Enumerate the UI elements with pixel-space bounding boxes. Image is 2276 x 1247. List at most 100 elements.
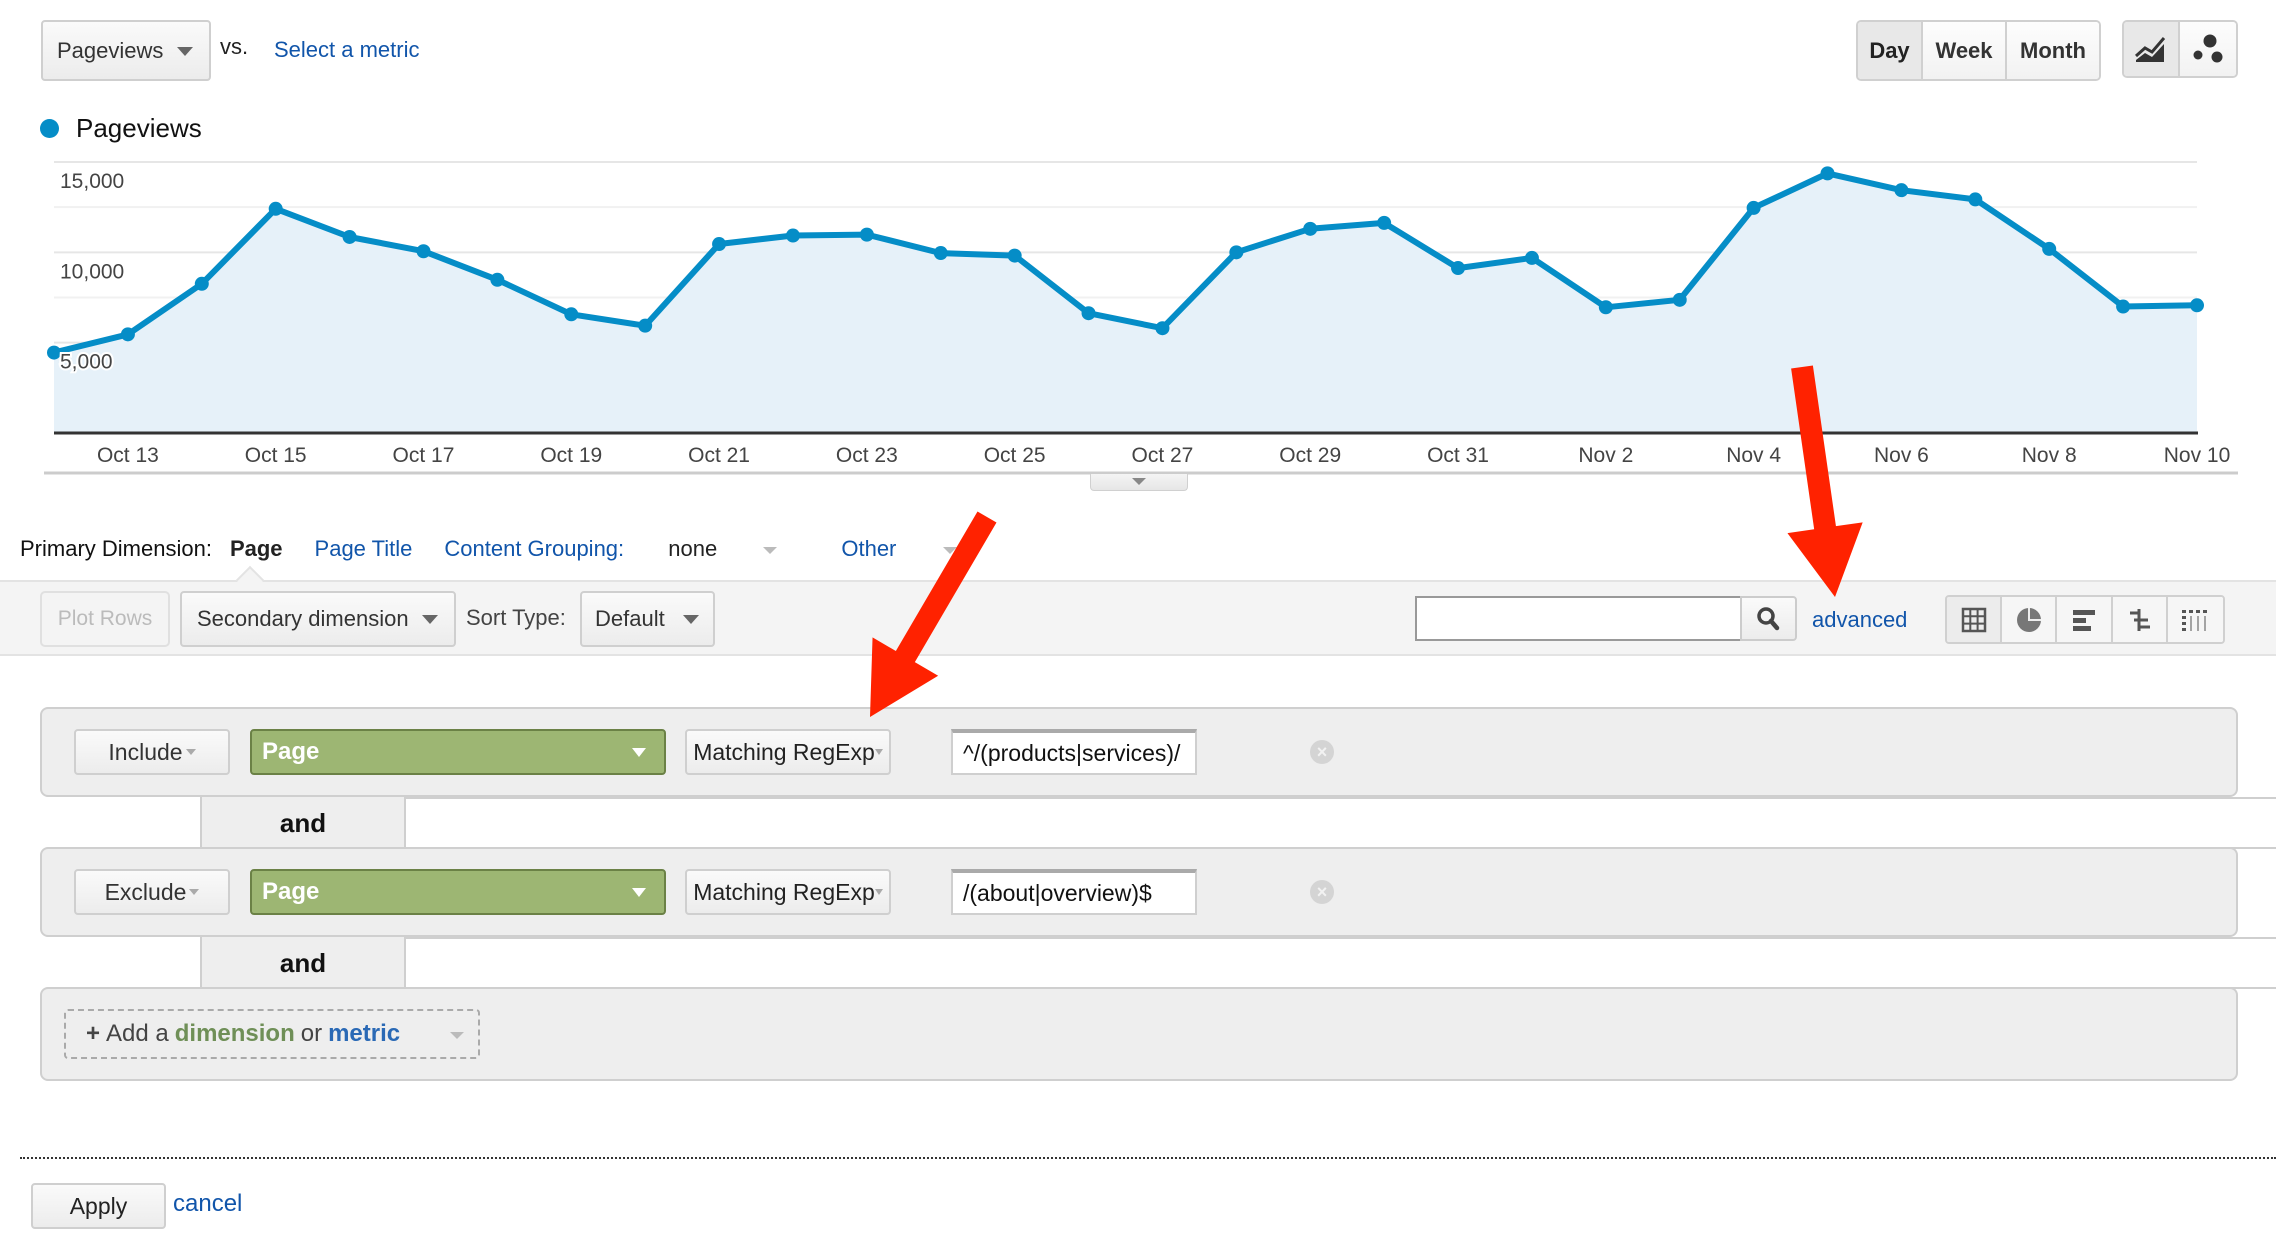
dotted-divider — [20, 1157, 2276, 1159]
pivot-table-icon — [2182, 609, 2208, 631]
add-or-text: or — [300, 1020, 323, 1047]
remove-filter-icon[interactable]: × — [1310, 740, 1334, 764]
dimension-page-title[interactable]: Page Title — [315, 536, 413, 562]
y-tick-label: 5,000 — [60, 351, 113, 374]
line-chart-icon — [2135, 37, 2166, 62]
data-point[interactable] — [1081, 306, 1096, 321]
x-tick-label: Oct 17 — [393, 444, 455, 467]
series-area-fill — [54, 173, 2197, 433]
dimension-value: Page — [262, 878, 320, 905]
data-point[interactable] — [342, 229, 357, 244]
dimension-select[interactable]: Page — [250, 869, 666, 915]
match-type-select[interactable]: Matching RegExp — [685, 729, 891, 775]
table-search-input[interactable] — [1415, 596, 1742, 641]
data-point[interactable] — [638, 318, 653, 333]
chevron-down-icon — [177, 47, 193, 56]
pivot-view-button[interactable] — [2167, 597, 2223, 642]
data-point[interactable] — [933, 246, 948, 261]
data-point[interactable] — [1155, 321, 1170, 336]
performance-view-button[interactable] — [2057, 597, 2113, 642]
advanced-filter-link[interactable]: advanced — [1812, 607, 1907, 633]
match-type-value: Matching RegExp — [693, 878, 875, 905]
data-point[interactable] — [1598, 300, 1613, 315]
sort-type-select[interactable]: Default — [580, 591, 715, 647]
data-point[interactable] — [120, 327, 135, 342]
include-exclude-select[interactable]: Include — [74, 729, 230, 775]
chevron-down-icon — [450, 1032, 464, 1039]
period-toggle: Day Week Month — [1856, 20, 2101, 81]
line-chart-button[interactable] — [2124, 22, 2181, 76]
data-point[interactable] — [47, 345, 61, 360]
data-point[interactable] — [416, 244, 431, 259]
data-point[interactable] — [1820, 166, 1835, 181]
data-point[interactable] — [1377, 215, 1392, 230]
legend-label: Pageviews — [76, 113, 202, 143]
data-point[interactable] — [1007, 248, 1022, 263]
data-point[interactable] — [2116, 299, 2131, 314]
data-point[interactable] — [1524, 250, 1539, 265]
sort-type-label: Sort Type: — [466, 605, 566, 630]
x-tick-label: Oct 21 — [688, 444, 750, 467]
search-icon — [1757, 607, 1780, 631]
dimension-other[interactable]: Other — [841, 536, 988, 562]
data-point[interactable] — [564, 307, 579, 322]
x-tick-label: Oct 27 — [1132, 444, 1194, 467]
data-point[interactable] — [785, 228, 800, 243]
data-point[interactable] — [1229, 245, 1244, 260]
data-point[interactable] — [490, 272, 505, 287]
motion-chart-button[interactable] — [2180, 22, 2236, 76]
match-type-select[interactable]: Matching RegExp — [685, 869, 891, 915]
motion-chart-icon — [2193, 34, 2223, 63]
chevron-down-icon — [763, 546, 778, 554]
x-tick-label: Oct 25 — [984, 444, 1046, 467]
chevron-down-icon — [942, 546, 957, 554]
include-exclude-select[interactable]: Exclude — [74, 869, 230, 915]
filter-value-input[interactable] — [951, 729, 1197, 775]
chevron-down-icon — [1132, 478, 1146, 485]
x-tick-label: Oct 15 — [245, 444, 307, 467]
filter-value-input[interactable] — [951, 869, 1197, 915]
select-metric-link[interactable]: Select a metric — [274, 37, 420, 63]
month-button[interactable]: Month — [2007, 22, 2099, 79]
filter-row-include: Include Page Matching RegExp × — [40, 707, 2238, 797]
comparison-icon — [2130, 608, 2151, 631]
dimension-select[interactable]: Page — [250, 729, 666, 775]
dimension-content-grouping[interactable]: Content Grouping: none — [444, 536, 809, 562]
data-point[interactable] — [194, 276, 209, 291]
performance-bar-icon — [2073, 609, 2095, 631]
pageviews-line-chart: 15,000 10,000 5,000 Oct 13 Oct 15 Oct 17 Oct … — [44, 161, 2238, 475]
day-button[interactable]: Day — [1858, 22, 1923, 79]
search-button[interactable] — [1740, 596, 1797, 641]
data-table-view-button[interactable] — [1947, 597, 2003, 642]
data-point[interactable] — [1968, 192, 1983, 207]
pie-chart-view-button[interactable] — [2002, 597, 2058, 642]
data-point[interactable] — [1894, 183, 1909, 198]
chevron-down-icon — [874, 749, 883, 755]
apply-button[interactable]: Apply — [31, 1183, 166, 1229]
plot-rows-button[interactable]: Plot Rows — [40, 591, 170, 647]
data-point[interactable] — [859, 227, 874, 242]
y-tick-label: 10,000 — [60, 260, 124, 283]
week-button[interactable]: Week — [1923, 22, 2007, 79]
data-point[interactable] — [2042, 241, 2057, 256]
include-label: Include — [108, 738, 183, 765]
data-point[interactable] — [1451, 261, 1466, 276]
data-point[interactable] — [1672, 292, 1687, 307]
data-point[interactable] — [1746, 200, 1761, 215]
chevron-down-icon — [185, 749, 196, 755]
data-point[interactable] — [2190, 298, 2204, 313]
x-tick-label: Oct 23 — [836, 444, 898, 467]
cancel-link[interactable]: cancel — [173, 1190, 242, 1218]
data-point[interactable] — [1303, 221, 1318, 236]
secondary-dimension-select[interactable]: Secondary dimension — [180, 591, 456, 647]
metric-select[interactable]: Pageviews — [41, 20, 211, 81]
data-point[interactable] — [268, 201, 283, 216]
collapse-chart-handle[interactable] — [1090, 474, 1188, 491]
legend-color-dot — [40, 119, 59, 138]
add-dimension-or-metric-select[interactable]: + Add a dimension or metric — [64, 1009, 480, 1059]
data-point[interactable] — [712, 237, 727, 252]
content-grouping-value: none — [668, 536, 718, 561]
comparison-view-button[interactable] — [2112, 597, 2168, 642]
secondary-dimension-label: Secondary dimension — [197, 606, 409, 631]
remove-filter-icon[interactable]: × — [1310, 880, 1334, 904]
